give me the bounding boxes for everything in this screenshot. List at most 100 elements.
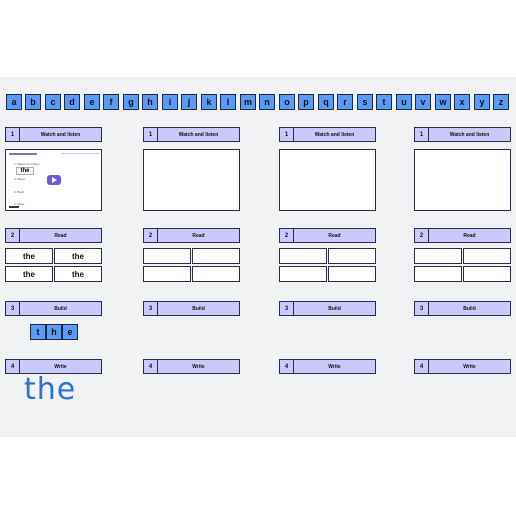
write-header-3: 4 Write	[279, 359, 376, 374]
read-cell-empty[interactable]	[143, 266, 191, 282]
letter-tile-c[interactable]: c	[45, 94, 61, 110]
watch-header-1: 1 Watch and listen	[5, 127, 102, 142]
read-cell-empty[interactable]	[414, 266, 462, 282]
letter-tile-x[interactable]: x	[454, 94, 470, 110]
read-header-1: 2 Read	[5, 228, 102, 243]
read-cell-empty[interactable]	[328, 266, 376, 282]
letter-tile-r[interactable]: r	[337, 94, 353, 110]
progress-bar[interactable]	[9, 206, 19, 208]
letter-tile-p[interactable]: p	[298, 94, 314, 110]
letter-tile-w[interactable]: w	[435, 94, 451, 110]
read-cell-empty[interactable]	[414, 248, 462, 264]
step-number: 1	[144, 128, 158, 141]
video-placeholder[interactable]	[414, 149, 511, 211]
step-number: 2	[6, 229, 20, 242]
read-cell-empty[interactable]	[463, 266, 511, 282]
step-number: 2	[144, 229, 158, 242]
letter-tile-k[interactable]: k	[201, 94, 217, 110]
letter-tile-m[interactable]: m	[240, 94, 256, 110]
letter-tile-e[interactable]: e	[84, 94, 100, 110]
step-label: Read	[192, 232, 205, 239]
step-label: Build	[192, 305, 205, 312]
letter-tile-y[interactable]: y	[474, 94, 490, 110]
letter-tile-s[interactable]: s	[357, 94, 373, 110]
read-cell-empty[interactable]	[143, 248, 191, 264]
step-label: Watch and listen	[40, 131, 81, 138]
watch-header-2: 1 Watch and listen	[143, 127, 240, 142]
read-cell[interactable]: the	[5, 248, 53, 264]
read-header-3: 2 Read	[279, 228, 376, 243]
letter-tile-f[interactable]: f	[103, 94, 119, 110]
letter-tile-u[interactable]: u	[396, 94, 412, 110]
video-placeholder[interactable]	[143, 149, 240, 211]
letter-tile-l[interactable]: l	[220, 94, 236, 110]
letter-tile-t[interactable]: t	[376, 94, 392, 110]
letter-tile-j[interactable]: j	[181, 94, 197, 110]
step-label: Write	[54, 363, 67, 370]
slide-item-3: 3. Build	[14, 190, 25, 194]
handwritten-word: the	[24, 372, 77, 407]
step-label: Write	[328, 363, 341, 370]
build-header-1: 3 Build	[5, 301, 102, 316]
video-placeholder[interactable]	[279, 149, 376, 211]
slide-item-2: 2. Read	[14, 177, 25, 181]
step-number: 4	[415, 360, 429, 373]
step-number: 3	[144, 302, 158, 315]
step-label: Build	[54, 305, 67, 312]
read-cell[interactable]: the	[54, 266, 102, 282]
write-header-4: 4 Write	[414, 359, 511, 374]
build-header-2: 3 Build	[143, 301, 240, 316]
build-header-4: 3 Build	[414, 301, 511, 316]
step-number: 1	[415, 128, 429, 141]
letter-tile-z[interactable]: z	[493, 94, 509, 110]
letter-tile-h[interactable]: h	[142, 94, 158, 110]
letter-tile-b[interactable]: b	[25, 94, 41, 110]
read-header-2: 2 Read	[143, 228, 240, 243]
step-label: Watch and listen	[314, 131, 355, 138]
slide-toolbar	[61, 153, 99, 154]
slide-word: the	[16, 167, 34, 175]
watch-header-4: 1 Watch and listen	[414, 127, 511, 142]
letter-tile-o[interactable]: o	[279, 94, 295, 110]
read-cell[interactable]: the	[54, 248, 102, 264]
letter-tile-n[interactable]: n	[259, 94, 275, 110]
watch-header-3: 1 Watch and listen	[279, 127, 376, 142]
step-number: 3	[6, 302, 20, 315]
step-label: Build	[328, 305, 341, 312]
play-icon[interactable]	[47, 175, 61, 185]
step-label: Build	[463, 305, 476, 312]
read-cell-empty[interactable]	[279, 248, 327, 264]
read-cell-empty[interactable]	[279, 266, 327, 282]
read-cell-empty[interactable]	[328, 248, 376, 264]
step-number: 4	[280, 360, 294, 373]
step-label: Read	[463, 232, 476, 239]
step-number: 4	[144, 360, 158, 373]
build-tile-t[interactable]: t	[30, 324, 46, 340]
step-number: 3	[415, 302, 429, 315]
letter-tile-d[interactable]: d	[64, 94, 80, 110]
step-number: 3	[280, 302, 294, 315]
video-thumbnail[interactable]: 1. Watch and listen the 2. Read 3. Build…	[5, 149, 102, 211]
step-number: 1	[280, 128, 294, 141]
build-tile-h[interactable]: h	[46, 324, 62, 340]
slide-header-bar	[9, 153, 37, 155]
step-number: 2	[280, 229, 294, 242]
step-label: Read	[328, 232, 341, 239]
read-cell-empty[interactable]	[192, 266, 240, 282]
letter-tile-q[interactable]: q	[318, 94, 334, 110]
read-cell-empty[interactable]	[192, 248, 240, 264]
step-label: Write	[463, 363, 476, 370]
letter-tile-i[interactable]: i	[162, 94, 178, 110]
step-number: 2	[415, 229, 429, 242]
step-label: Read	[54, 232, 67, 239]
read-cell-empty[interactable]	[463, 248, 511, 264]
letter-tile-g[interactable]: g	[123, 94, 139, 110]
read-cell[interactable]: the	[5, 266, 53, 282]
step-number: 4	[6, 360, 20, 373]
read-header-4: 2 Read	[414, 228, 511, 243]
letter-tile-v[interactable]: v	[415, 94, 431, 110]
build-tile-e[interactable]: e	[62, 324, 78, 340]
step-label: Write	[192, 363, 205, 370]
build-header-3: 3 Build	[279, 301, 376, 316]
letter-tile-a[interactable]: a	[6, 94, 22, 110]
